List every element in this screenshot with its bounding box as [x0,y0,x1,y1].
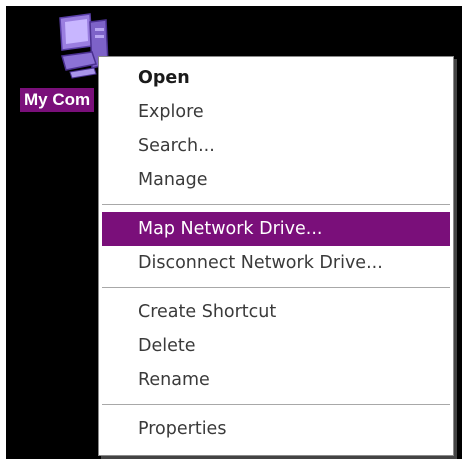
desktop: My Com Open Explore Search... Manage Map Net… [6,6,462,459]
menu-item-map-network-drive[interactable]: Map Network Drive... [102,212,450,246]
desktop-icon-label: My Com [20,88,95,112]
menu-item-open[interactable]: Open [102,61,450,95]
menu-item-manage[interactable]: Manage [102,163,450,197]
menu-separator [102,204,450,205]
menu-item-rename[interactable]: Rename [102,363,450,397]
menu-item-explore[interactable]: Explore [102,95,450,129]
menu-item-disconnect-network-drive[interactable]: Disconnect Network Drive... [102,246,450,280]
menu-item-search[interactable]: Search... [102,129,450,163]
context-menu: Open Explore Search... Manage Map Network Dr… [98,56,454,456]
menu-separator [102,287,450,288]
menu-separator [102,404,450,405]
menu-item-delete[interactable]: Delete [102,329,450,363]
menu-item-properties[interactable]: Properties [102,412,450,446]
menu-item-create-shortcut[interactable]: Create Shortcut [102,295,450,329]
